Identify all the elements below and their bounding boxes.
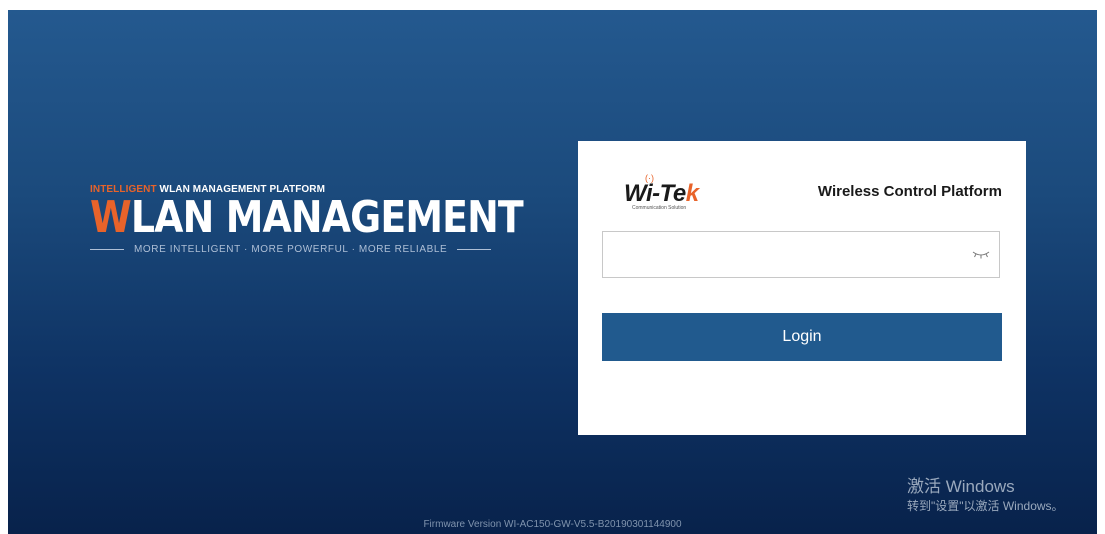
brand-logo-text: Wi-Te <box>624 180 686 207</box>
hero-subtitle: MORE INTELLIGENT · MORE POWERFUL · MORE … <box>90 244 492 255</box>
windows-activation-subtitle: 转到"设置"以激活 Windows。 <box>907 499 1064 513</box>
hero-banner: INTELLIGENT WLAN MANAGEMENT PLATFORM WLA… <box>90 184 524 255</box>
password-input[interactable] <box>603 232 963 277</box>
brand-logo-wordmark: Wi-Tek <box>624 181 699 207</box>
platform-title: Wireless Control Platform <box>817 183 1002 200</box>
hero-subtitle-line-right <box>457 249 492 250</box>
password-field-wrapper <box>602 231 1000 278</box>
login-screen: INTELLIGENT WLAN MANAGEMENT PLATFORM WLA… <box>8 10 1097 534</box>
windows-activation-title: 激活 Windows <box>907 477 1015 496</box>
hero-title-accent: W <box>90 192 132 243</box>
brand-logo: (·) Wi-Tek Communication Solution <box>624 173 702 213</box>
firmware-version: Firmware Version WI-AC150-GW-V5.5-B20190… <box>423 519 682 530</box>
brand-logo-tagline: Communication Solution <box>632 205 687 211</box>
login-button[interactable]: Login <box>602 313 1002 361</box>
windows-activation-notice: 激活 Windows 转到"设置"以激活 Windows。 <box>907 477 1064 514</box>
brand-logo-accent: k <box>685 180 699 207</box>
eye-closed-icon[interactable] <box>971 249 991 261</box>
hero-subtitle-text: MORE INTELLIGENT · MORE POWERFUL · MORE … <box>134 244 448 255</box>
hero-subtitle-line-left <box>90 249 124 250</box>
hero-title-rest: LAN MANAGEMENT <box>130 192 524 243</box>
login-card: (·) Wi-Tek Communication Solution Wirele… <box>578 141 1026 435</box>
hero-title: WLAN MANAGEMENT <box>90 196 524 242</box>
